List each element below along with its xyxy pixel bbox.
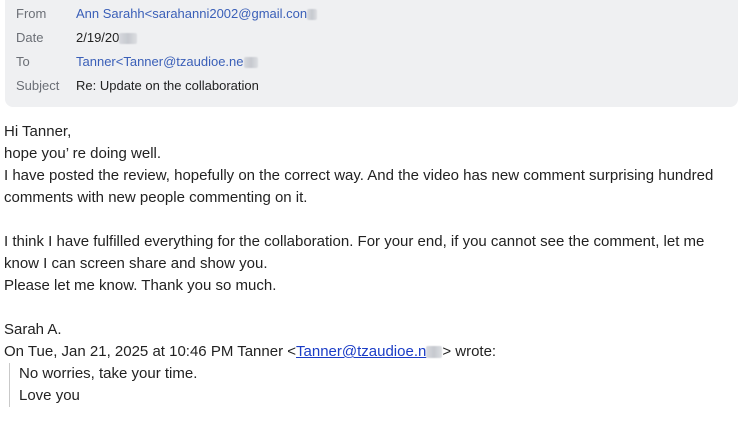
date-value: 2/19/20 [76, 30, 120, 45]
email-body: Hi Tanner, hope you’ re doing well. I ha… [4, 121, 739, 407]
redaction-blur [119, 33, 138, 45]
from-label: From [16, 6, 47, 21]
from-row: From Ann Sarahh<sarahanni2002@gmail.con [16, 4, 318, 24]
date-label: Date [16, 30, 44, 45]
sender-address[interactable]: Ann Sarahh<sarahanni2002@gmail.con [76, 6, 307, 21]
body-line: hope you’ re doing well. [4, 145, 162, 162]
reply-email-link[interactable]: Tanner@tzaudioe.n [296, 343, 426, 360]
body-line: Please let me know. Thank you so much. [4, 277, 277, 294]
greeting: Hi Tanner, [4, 123, 72, 140]
body-paragraph: I think I have fulfilled everything for … [4, 233, 705, 272]
subject-value: Re: Update on the collaboration [76, 78, 259, 93]
quote-line: Love you [19, 387, 80, 404]
signature: Sarah A. [4, 321, 62, 338]
redaction-blur [426, 346, 443, 359]
redaction-blur [243, 57, 258, 69]
to-label: To [16, 54, 30, 69]
redaction-blur [307, 9, 318, 21]
reply-attribution: On Tue, Jan 21, 2025 at 10:46 PM Tanner … [4, 341, 739, 363]
subject-row: Subject Re: Update on the collaboration [16, 76, 259, 96]
quote-line: No worries, take your time. [19, 365, 198, 382]
reply-intro: On Tue, Jan 21, 2025 at 10:46 PM Tanner … [4, 343, 297, 360]
subject-label: Subject [16, 78, 60, 93]
email-header: From Ann Sarahh<sarahanni2002@gmail.con D… [5, 0, 738, 107]
recipient-address[interactable]: Tanner<Tanner@tzaudioe.ne [76, 54, 244, 69]
date-row: Date 2/19/20 [16, 28, 138, 48]
to-row: To Tanner<Tanner@tzaudioe.ne [16, 52, 258, 72]
quoted-message: No worries, take your time. Love you [9, 363, 739, 407]
body-paragraph: I have posted the review, hopefully on t… [4, 167, 714, 206]
reply-outro: > wrote: [442, 343, 497, 360]
